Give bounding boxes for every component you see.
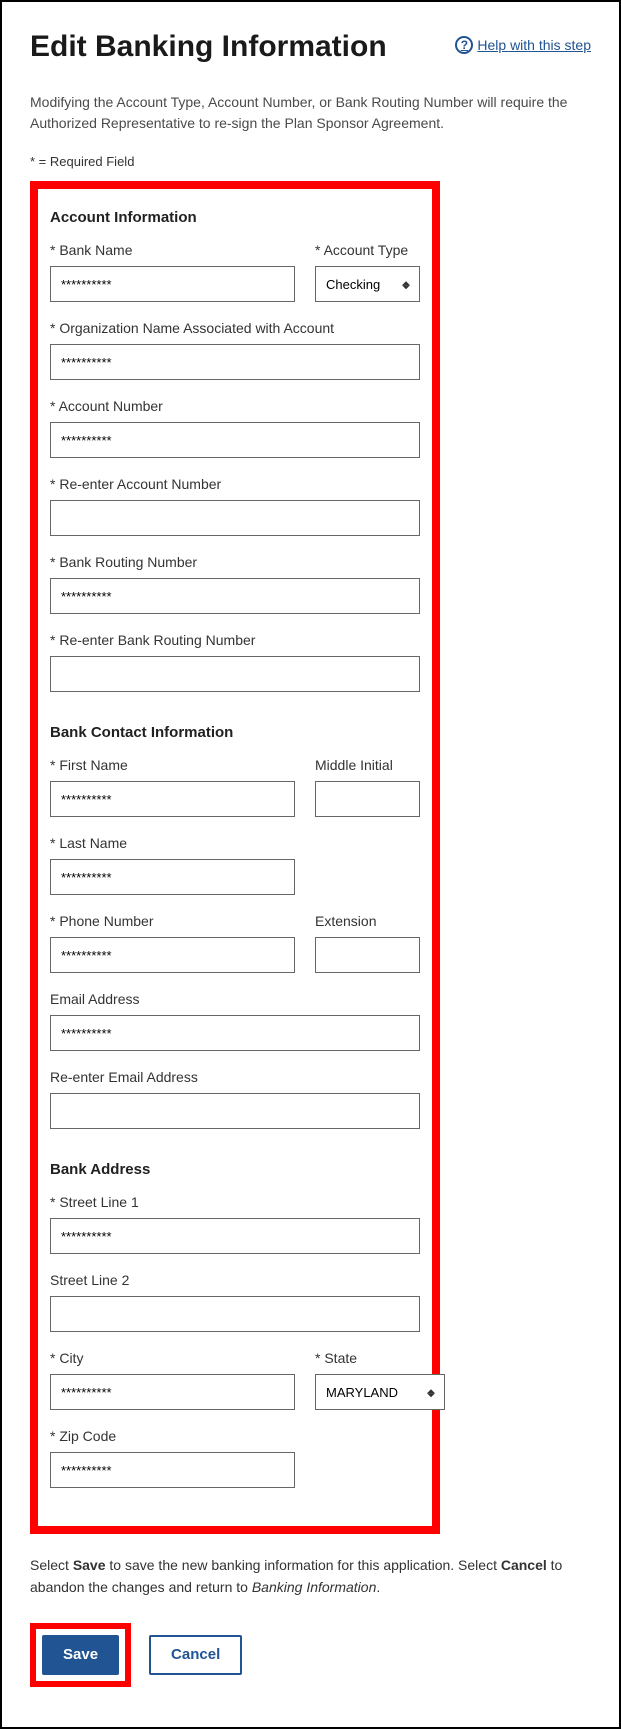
save-instructions: Select Save to save the new banking info… — [30, 1554, 591, 1599]
phone-label: * Phone Number — [50, 913, 295, 929]
extension-field[interactable] — [315, 937, 420, 973]
zip-field[interactable] — [50, 1452, 295, 1488]
account-type-label: * Account Type — [315, 242, 420, 258]
last-name-field[interactable] — [50, 859, 295, 895]
form-highlight-box: Account Information * Bank Name * Accoun… — [30, 181, 440, 1534]
required-note: * = Required Field — [30, 154, 591, 169]
account-type-select[interactable]: Checking — [315, 266, 420, 302]
email-field[interactable] — [50, 1015, 420, 1051]
street2-field[interactable] — [50, 1296, 420, 1332]
org-name-label: * Organization Name Associated with Acco… — [50, 320, 420, 336]
last-name-label: * Last Name — [50, 835, 420, 851]
reenter-account-number-field[interactable] — [50, 500, 420, 536]
routing-field[interactable] — [50, 578, 420, 614]
account-number-label: * Account Number — [50, 398, 420, 414]
reenter-email-field[interactable] — [50, 1093, 420, 1129]
reenter-account-number-label: * Re-enter Account Number — [50, 476, 420, 492]
section-title-contact: Bank Contact Information — [50, 724, 420, 741]
section-title-account-info: Account Information — [50, 209, 420, 226]
reenter-routing-label: * Re-enter Bank Routing Number — [50, 632, 420, 648]
first-name-field[interactable] — [50, 781, 295, 817]
help-icon: ? — [455, 36, 473, 54]
header-row: Edit Banking Information ? Help with thi… — [30, 30, 591, 64]
city-field[interactable] — [50, 1374, 295, 1410]
bank-name-field[interactable] — [50, 266, 295, 302]
middle-initial-label: Middle Initial — [315, 757, 420, 773]
city-label: * City — [50, 1350, 295, 1366]
middle-initial-field[interactable] — [315, 781, 420, 817]
bank-name-label: * Bank Name — [50, 242, 295, 258]
save-button-highlight: Save — [30, 1623, 131, 1687]
org-name-field[interactable] — [50, 344, 420, 380]
first-name-label: * First Name — [50, 757, 295, 773]
reenter-email-label: Re-enter Email Address — [50, 1069, 420, 1085]
street1-field[interactable] — [50, 1218, 420, 1254]
zip-label: * Zip Code — [50, 1428, 420, 1444]
street1-label: * Street Line 1 — [50, 1194, 420, 1210]
page-title: Edit Banking Information — [30, 30, 387, 64]
help-link[interactable]: ? Help with this step — [455, 36, 591, 54]
button-row: Save Cancel — [30, 1623, 591, 1687]
section-title-address: Bank Address — [50, 1161, 420, 1178]
state-label: * State — [315, 1350, 445, 1366]
routing-label: * Bank Routing Number — [50, 554, 420, 570]
street2-label: Street Line 2 — [50, 1272, 420, 1288]
save-button[interactable]: Save — [42, 1635, 119, 1675]
cancel-button[interactable]: Cancel — [149, 1635, 242, 1675]
email-label: Email Address — [50, 991, 420, 1007]
intro-text: Modifying the Account Type, Account Numb… — [30, 92, 591, 134]
phone-field[interactable] — [50, 937, 295, 973]
page-container: Edit Banking Information ? Help with thi… — [0, 0, 621, 1729]
help-link-label: Help with this step — [477, 37, 591, 53]
reenter-routing-field[interactable] — [50, 656, 420, 692]
state-select[interactable]: MARYLAND — [315, 1374, 445, 1410]
extension-label: Extension — [315, 913, 420, 929]
account-number-field[interactable] — [50, 422, 420, 458]
